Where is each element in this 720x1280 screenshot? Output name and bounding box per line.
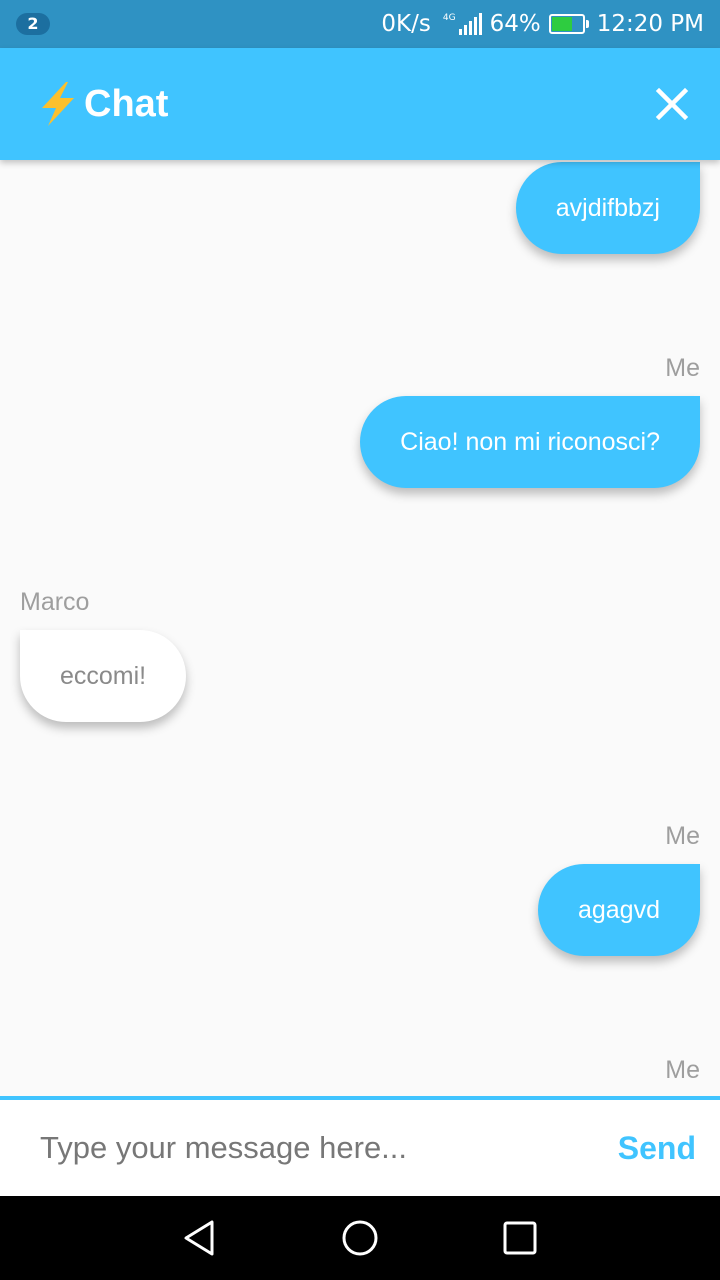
close-icon[interactable] <box>654 86 690 122</box>
home-icon[interactable] <box>338 1216 382 1260</box>
send-button[interactable]: Send <box>618 1100 696 1196</box>
recents-icon[interactable] <box>498 1216 542 1260</box>
message-sender: Me <box>665 354 700 382</box>
app-title: Chat <box>36 48 168 160</box>
status-time: 12:20 PM <box>596 11 704 37</box>
message-bubble[interactable]: eccomi! <box>20 630 187 722</box>
message-sender: Me <box>665 822 700 850</box>
status-indicators: 0K/s 4G 64% 12:20 PM <box>381 0 704 48</box>
system-nav-bar <box>0 1196 720 1280</box>
back-icon[interactable] <box>178 1216 222 1260</box>
status-bar: 2 0K/s 4G 64% 12:20 PM <box>0 0 720 48</box>
message-bubble[interactable]: avjdifbbzj <box>515 162 700 254</box>
message-bubble[interactable]: Ciao! non mi riconosci? <box>360 396 700 488</box>
message-bubble[interactable]: agagvd <box>537 864 700 956</box>
battery-icon <box>548 14 589 34</box>
notification-count-badge: 2 <box>16 13 50 35</box>
message-sender: Me <box>665 1056 700 1084</box>
network-type: 4G <box>442 13 456 23</box>
app-bar: Chat <box>0 48 720 160</box>
battery-percent: 64% <box>489 11 541 37</box>
app-title-text: Chat <box>84 82 169 125</box>
message-input[interactable] <box>40 1100 580 1196</box>
lightning-bolt-icon <box>42 82 74 126</box>
message-composer: Send <box>0 1096 720 1196</box>
network-speed: 0K/s <box>381 11 431 37</box>
message-list[interactable]: avjdifbbzj Me Ciao! non mi riconosci? Ma… <box>0 160 720 1096</box>
signal-icon: 4G <box>443 13 482 35</box>
message-sender: Marco <box>20 588 90 616</box>
